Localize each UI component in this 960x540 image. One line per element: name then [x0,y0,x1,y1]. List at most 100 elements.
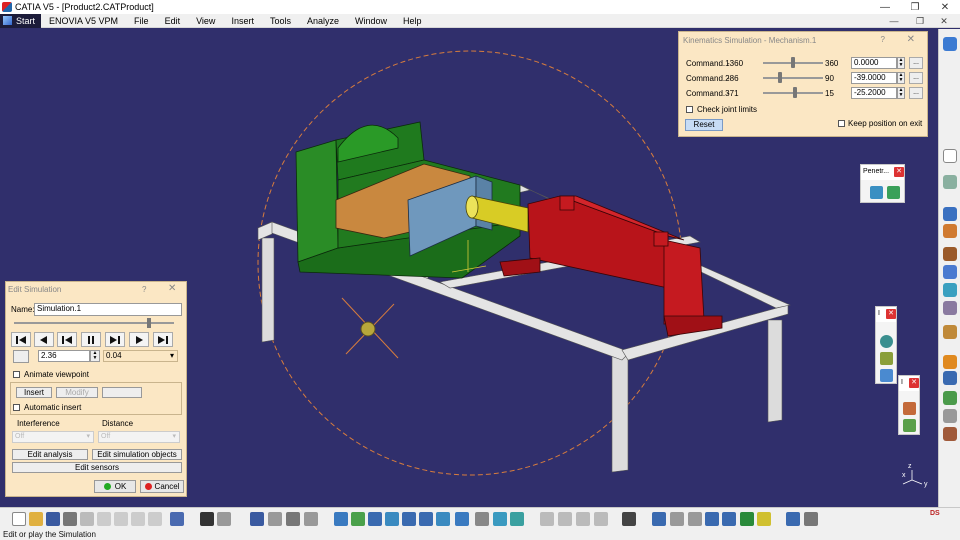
menu-help[interactable]: Help [395,16,430,26]
ok-button[interactable]: OK [94,480,136,493]
close-icon[interactable]: ✕ [894,167,904,177]
jump-end-button[interactable] [153,332,173,347]
command-slider[interactable] [763,87,823,98]
target-icon[interactable] [652,512,666,526]
normal-view-icon[interactable] [436,512,450,526]
close-icon[interactable]: ✕ [168,283,176,294]
existing-component-icon[interactable] [943,247,957,261]
hide-show-icon[interactable] [493,512,507,526]
reorder-icon[interactable] [804,512,818,526]
whats-this-icon[interactable] [170,512,184,526]
edit-analysis-button[interactable]: Edit analysis [12,449,88,460]
animate-viewpoint-checkbox[interactable] [13,371,20,378]
command-slider[interactable] [763,72,823,83]
step-forward-button[interactable] [129,332,149,347]
close-icon[interactable]: ✕ [886,309,896,319]
sectioning-icon[interactable] [740,512,754,526]
new-file-icon[interactable] [12,512,26,526]
menu-window[interactable]: Window [347,16,395,26]
scene-icon[interactable] [286,512,300,526]
compass-icon[interactable] [943,207,957,221]
save-icon[interactable] [46,512,60,526]
contact-icon[interactable] [943,301,957,315]
formula-icon[interactable] [200,512,214,526]
catalog-icon[interactable] [268,512,282,526]
fit-all-icon[interactable] [351,512,365,526]
clash-icon[interactable] [705,512,719,526]
table-icon[interactable] [250,512,264,526]
timeline-thumb[interactable] [146,318,151,328]
check-joint-limits-checkbox[interactable] [686,106,693,113]
doc-minimize-icon[interactable]: — [884,14,904,28]
measure-icon[interactable] [304,512,318,526]
menu-insert[interactable]: Insert [223,16,262,26]
isometric-view-icon[interactable] [455,512,469,526]
more-button[interactable]: ... [909,72,923,84]
doc-restore-icon[interactable]: ❐ [910,14,930,28]
simulation-icon[interactable] [903,402,916,415]
assembly-tool-2-icon[interactable] [558,512,572,526]
product-icon[interactable] [943,175,957,189]
zoom-out-icon[interactable] [419,512,433,526]
swap-space-icon[interactable] [510,512,524,526]
grid-icon[interactable] [943,371,957,385]
command-value-input[interactable]: 0.0000 [851,57,897,69]
command-value-input[interactable]: -25.2000 [851,87,897,99]
insert-button[interactable]: Insert [16,387,52,398]
assembly-tool-4-icon[interactable] [594,512,608,526]
more-button[interactable]: ... [909,87,923,99]
zoom-in-icon[interactable] [402,512,416,526]
spiral-icon[interactable] [880,335,893,348]
jump-start-button[interactable] [11,332,31,347]
spin-arrows-icon[interactable]: ▲ ▼ [90,350,100,362]
constraint-icon[interactable] [943,265,957,279]
open-file-icon[interactable] [29,512,43,526]
more-button[interactable]: ... [909,57,923,69]
menu-analyze[interactable]: Analyze [299,16,347,26]
fly-icon[interactable] [334,512,348,526]
minimize-icon[interactable]: — [870,0,900,14]
slider-thumb[interactable] [778,72,783,83]
command-value-input[interactable]: -39.0000 [851,72,897,84]
edit-simulation-objects-button[interactable]: Edit simulation objects [92,449,182,460]
light-icon[interactable] [943,355,957,369]
play-back-button[interactable] [57,332,77,347]
timeline-slider[interactable] [14,318,174,328]
keep-position-checkbox[interactable] [838,120,845,127]
close-icon[interactable]: ✕ [907,34,915,45]
step-mode-icon[interactable] [13,350,29,363]
cut-icon[interactable] [80,512,94,526]
penetration-analysis-icon[interactable] [887,186,900,199]
pan-icon[interactable] [368,512,382,526]
edit-sensors-button[interactable]: Edit sensors [12,462,182,473]
assembly-tool-3-icon[interactable] [576,512,590,526]
workbench-icon[interactable] [943,37,957,51]
help-icon[interactable]: ? [881,35,885,44]
joint-icon[interactable] [880,352,893,365]
rotate-icon[interactable] [385,512,399,526]
command-slider[interactable] [763,57,823,68]
simulation-name-input[interactable]: Simulation.1 [34,303,182,316]
assembly-icon[interactable] [880,369,893,382]
fix-icon[interactable] [943,283,957,297]
menu-enovia[interactable]: ENOVIA V5 VPM [41,16,126,26]
slider-thumb[interactable] [792,87,797,98]
step-back-button[interactable] [34,332,54,347]
spin-arrows-icon[interactable]: ▲ ▼ [897,72,905,84]
step-size-select[interactable]: 0.04 ▾ [103,350,178,362]
copy-icon[interactable] [97,512,111,526]
redo-icon[interactable] [148,512,162,526]
undo-icon[interactable] [131,512,145,526]
compare-icon[interactable] [757,512,771,526]
doc-close-icon[interactable]: ✕ [934,14,954,28]
close-icon[interactable]: ✕ [930,0,960,14]
replay-icon[interactable] [903,419,916,432]
menu-edit[interactable]: Edit [157,16,189,26]
reset-button[interactable]: Reset [685,119,723,131]
select-icon[interactable] [943,149,957,163]
section-icon[interactable] [688,512,702,526]
explode-icon[interactable] [670,512,684,526]
slider-thumb[interactable] [791,57,795,68]
menu-file[interactable]: File [126,16,157,26]
update-icon[interactable] [943,325,957,339]
